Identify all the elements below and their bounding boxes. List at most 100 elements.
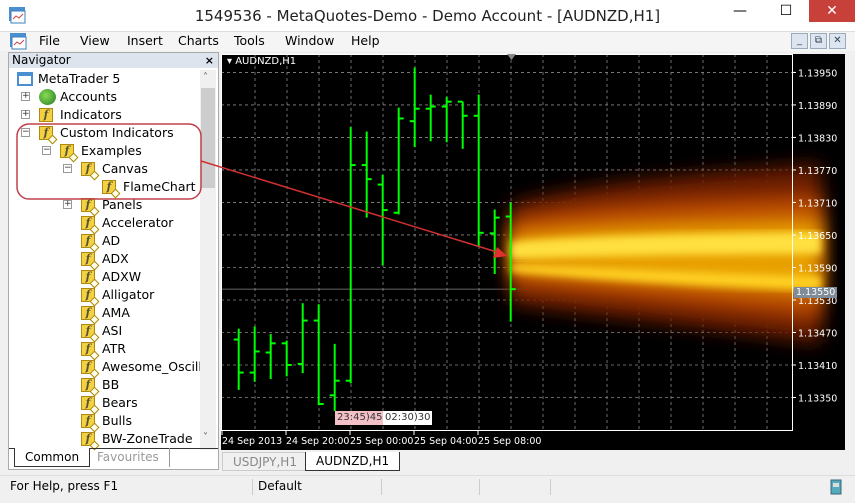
tab-favourites[interactable]: Favourites xyxy=(87,448,170,467)
tree-item-label: Bears xyxy=(102,395,138,410)
indicator-icon: f xyxy=(39,108,53,122)
tab-label: Common xyxy=(25,450,80,464)
tree-item-panels[interactable]: + f Panels xyxy=(9,196,199,217)
tree-item-accelerator[interactable]: f Accelerator xyxy=(9,214,199,235)
price-chart[interactable]: 1.13950 1.13890 1.13830 1.13770 1.13710 1.136… xyxy=(221,54,845,450)
accounts-icon xyxy=(39,89,56,105)
tree-item-label: BB xyxy=(102,377,120,392)
y-tick-label: 1.13770 xyxy=(798,166,837,177)
custom-indicator-icon: f xyxy=(60,144,79,163)
flame-chart-indicator xyxy=(511,164,821,344)
menu-view[interactable]: View xyxy=(80,33,110,48)
tree-item-label: Accounts xyxy=(60,89,117,104)
menu-charts[interactable]: Charts xyxy=(178,33,219,48)
scroll-up-icon[interactable]: ˄ xyxy=(203,72,208,83)
x-tick-label: 24 Sep 20:00 xyxy=(286,436,349,447)
tree-item-ad[interactable]: f AD xyxy=(9,232,199,253)
ohlc-bar xyxy=(233,328,244,390)
custom-indicator-icon: f xyxy=(81,216,100,235)
tab-label: Favourites xyxy=(97,450,159,464)
expand-icon[interactable]: + xyxy=(63,200,72,209)
tree-item-bulls[interactable]: f Bulls xyxy=(9,412,199,433)
ohlc-bar xyxy=(345,127,356,384)
y-tick-label: 1.13950 xyxy=(798,68,837,79)
menu-tools[interactable]: Tools xyxy=(234,33,265,48)
chart-tab-audnzd[interactable]: AUDNZD,H1 xyxy=(305,452,401,471)
terminal-icon xyxy=(17,72,33,86)
custom-indicator-icon: f xyxy=(102,180,121,199)
menu-file[interactable]: File xyxy=(39,33,60,48)
tree-item-bears[interactable]: f Bears xyxy=(9,394,199,415)
menu-insert[interactable]: Insert xyxy=(127,33,163,48)
minimize-button[interactable]: — xyxy=(717,0,763,22)
tree-item-adx[interactable]: f ADX xyxy=(9,250,199,271)
tree-item-label: ATR xyxy=(102,341,126,356)
tree-item-label: Accelerator xyxy=(102,215,174,230)
custom-indicator-icon: f xyxy=(81,234,100,253)
ohlc-bar xyxy=(313,304,324,406)
expand-icon[interactable]: + xyxy=(21,110,30,119)
tree-item-label: Alligator xyxy=(102,287,155,302)
y-tick-label: 1.13650 xyxy=(798,231,837,242)
tree-item-examples[interactable]: − f Examples xyxy=(9,142,199,163)
y-tick-label: 1.13890 xyxy=(798,101,837,112)
ohlc-bar xyxy=(329,343,340,412)
tree-item-asi[interactable]: f ASI xyxy=(9,322,199,343)
time-marker-white: 02:30)30 xyxy=(383,411,433,425)
tree-item-alligator[interactable]: f Alligator xyxy=(9,286,199,307)
tree-item-label: ASI xyxy=(102,323,123,338)
collapse-icon[interactable]: − xyxy=(63,164,72,173)
tree-item-awesome-oscillat[interactable]: f Awesome_Oscillat xyxy=(9,358,214,379)
chart-tab-usdjpy[interactable]: USDJPY,H1 xyxy=(222,452,308,471)
custom-indicator-icon: f xyxy=(81,360,100,379)
tree-item-adxw[interactable]: f ADXW xyxy=(9,268,199,289)
maximize-button[interactable]: ☐ xyxy=(763,0,809,22)
tree-item-label: MetaTrader 5 xyxy=(38,71,121,86)
navigator-header: Navigator × xyxy=(9,53,218,68)
menu-help[interactable]: Help xyxy=(351,33,380,48)
mdi-restore-button[interactable]: ⧉ xyxy=(810,33,827,49)
expand-icon[interactable]: + xyxy=(21,92,30,101)
tree-item-accounts[interactable]: + Accounts xyxy=(9,88,199,106)
scroll-down-icon[interactable]: ˅ xyxy=(203,432,208,443)
ohlc-bar xyxy=(457,100,468,149)
status-profile: Default xyxy=(258,479,302,493)
tree-item-bw-zonetrade[interactable]: f BW-ZoneTrade xyxy=(9,430,199,451)
status-help-text: For Help, press F1 xyxy=(10,479,119,493)
custom-indicator-icon: f xyxy=(81,162,100,181)
collapse-icon[interactable]: − xyxy=(42,146,51,155)
mdi-minimize-button[interactable]: _ xyxy=(791,33,808,49)
tree-item-label: FlameChart xyxy=(123,179,196,194)
mdi-close-button[interactable]: ✕ xyxy=(829,33,846,49)
tree-item-metatrader-5[interactable]: MetaTrader 5 xyxy=(9,70,199,88)
connection-status-icon[interactable] xyxy=(828,478,844,496)
tree-item-atr[interactable]: f ATR xyxy=(9,340,199,361)
y-tick-label: 1.13470 xyxy=(798,328,837,339)
menu-window[interactable]: Window xyxy=(285,33,334,48)
collapse-icon[interactable]: − xyxy=(21,128,30,137)
tree-item-label: Panels xyxy=(102,197,143,212)
y-tick-label: 1.13710 xyxy=(798,198,837,209)
document-icon[interactable] xyxy=(10,33,28,50)
tree-item-indicators[interactable]: + f Indicators xyxy=(9,106,199,124)
tree-item-label: ADXW xyxy=(102,269,142,284)
navigator-panel: Navigator × MetaTrader 5 + Accounts + f Indic… xyxy=(8,52,219,470)
navigator-scrollbar[interactable]: ˄ ˅ xyxy=(200,70,216,450)
tree-item-canvas[interactable]: − f Canvas xyxy=(9,160,199,181)
chart-symbol-label[interactable]: ▾ AUDNZD,H1 xyxy=(227,56,296,67)
x-tick-label: 24 Sep 2013 xyxy=(222,436,282,447)
close-button[interactable]: ✕ xyxy=(809,0,855,22)
tree-item-bb[interactable]: f BB xyxy=(9,376,199,397)
tree-item-ama[interactable]: f AMA xyxy=(9,304,199,325)
ohlc-bar xyxy=(393,107,404,215)
tab-common[interactable]: Common xyxy=(14,448,91,467)
tree-item-custom-indicators[interactable]: − f Custom Indicators xyxy=(9,124,199,145)
ohlc-bar xyxy=(489,209,500,274)
navigator-close-button[interactable]: × xyxy=(205,53,214,68)
ohlc-bar xyxy=(361,131,372,218)
ohlc-bar xyxy=(473,94,484,247)
ohlc-bar xyxy=(409,67,420,148)
chart-window[interactable]: 1.13950 1.13890 1.13830 1.13770 1.13710 1.136… xyxy=(221,54,845,450)
tree-item-flamechart[interactable]: f FlameChart xyxy=(9,178,199,199)
scrollbar-thumb[interactable] xyxy=(201,88,215,188)
